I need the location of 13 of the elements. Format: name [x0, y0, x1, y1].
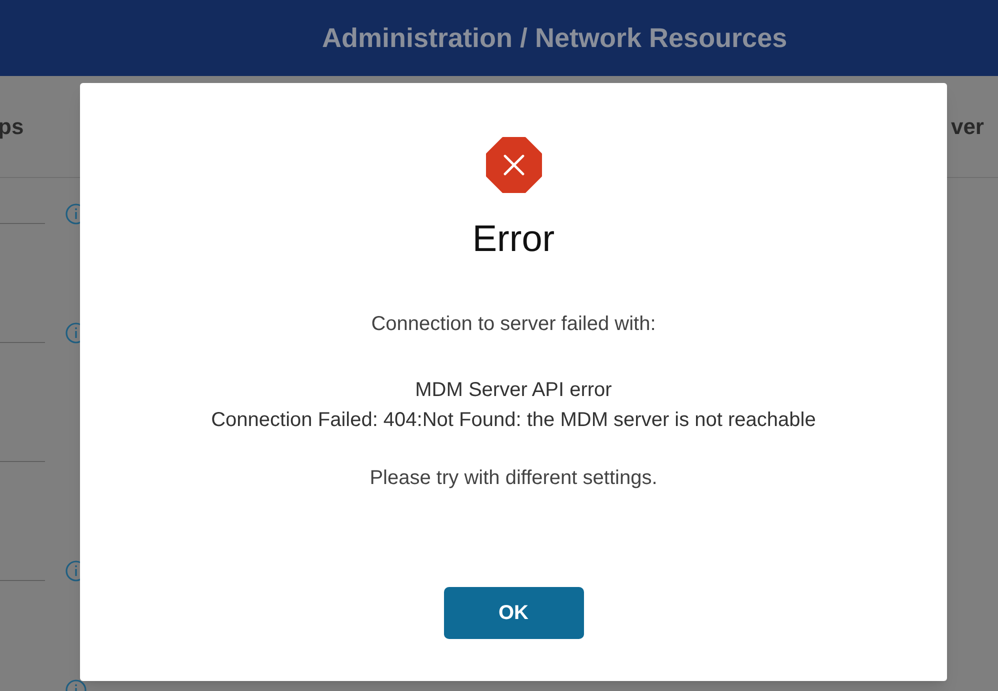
page-title: Administration / Network Resources	[322, 22, 788, 55]
hint-text: Please try with different settings.	[370, 466, 658, 490]
error-detail: Connection Failed: 404:Not Found: the MDM server is not reachable	[211, 408, 816, 432]
field-underline[interactable]	[0, 461, 45, 462]
tab-label[interactable]: ver	[950, 110, 984, 143]
error-detail: MDM Server API error	[415, 378, 612, 402]
ok-button[interactable]: OK	[444, 586, 584, 638]
field-underline[interactable]	[0, 342, 45, 343]
dialog-title: Error	[472, 217, 555, 261]
error-message: Connection to server failed with:	[371, 312, 656, 336]
field-underline[interactable]	[0, 580, 45, 581]
field-underline[interactable]	[0, 223, 45, 224]
error-icon	[486, 137, 542, 193]
